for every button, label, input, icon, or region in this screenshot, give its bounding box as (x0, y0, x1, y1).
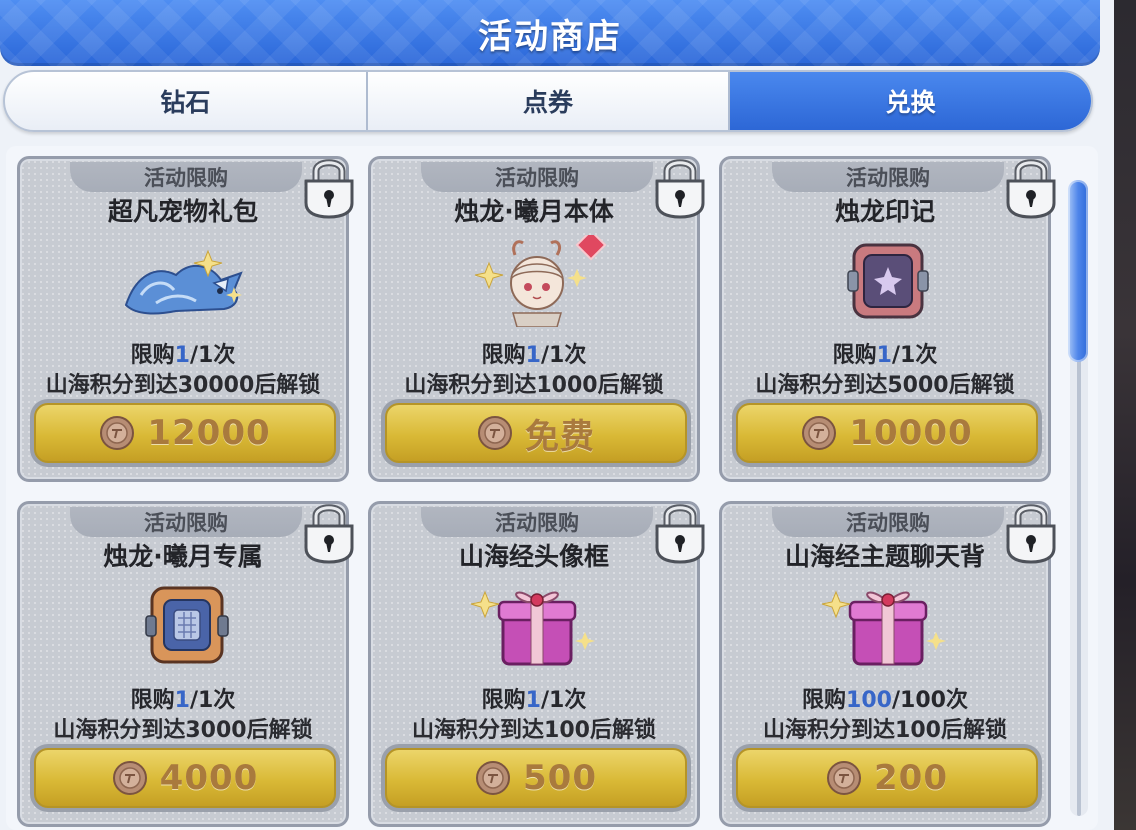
shop-item-card[interactable]: 活动限购 山海经主题聊天背 限购100/100次 山海积分到达100后解锁 20… (719, 501, 1056, 827)
lock-icon (302, 151, 356, 219)
purchase-limit: 限购1/1次 (371, 682, 697, 714)
purchase-limit: 限购1/1次 (722, 337, 1048, 369)
limit-used: 100 (846, 688, 892, 713)
item-name: 山海经头像框 (458, 542, 609, 571)
limited-tag: 活动限购 (772, 507, 1004, 537)
limit-total: /1次 (540, 343, 587, 368)
price-value: 12000 (147, 413, 271, 453)
shop-item-card[interactable]: 活动限购 超凡宠物礼包 限购1/1次 山海积分到达30000后解锁 12000 (17, 156, 354, 482)
tab-coupon[interactable]: 点券 (368, 72, 731, 130)
coin-icon (475, 760, 511, 796)
shop-item-card[interactable]: 活动限购 烛龙·曦月本体 限购1/1次 山海积分到达1000后解锁 免费 (368, 156, 705, 482)
lock-icon (653, 151, 707, 219)
price-value: 4000 (159, 758, 259, 798)
limited-tag: 活动限购 (70, 162, 302, 192)
item-name: 烛龙·曦月本体 (454, 197, 614, 226)
limit-label: 限购 (130, 688, 175, 713)
limit-label: 限购 (481, 688, 526, 713)
lock-icon (1004, 151, 1058, 219)
limit-label: 限购 (481, 343, 526, 368)
limit-label: 限购 (130, 343, 175, 368)
buy-button[interactable]: 10000 (732, 399, 1042, 467)
unlock-condition: 山海积分到达100后解锁 (412, 718, 656, 743)
gift-box-icon (818, 580, 958, 672)
title-bar: 活动商店 (0, 0, 1100, 66)
limited-tag: 活动限购 (70, 507, 302, 537)
lock-icon (653, 496, 707, 564)
shop-item-card[interactable]: 活动限购 山海经头像框 限购1/1次 山海积分到达100后解锁 500 (368, 501, 705, 827)
limited-tag: 活动限购 (421, 507, 653, 537)
item-name: 烛龙·曦月专属 (103, 542, 263, 571)
item-name: 烛龙印记 (834, 197, 935, 226)
unlock-condition: 山海积分到达100后解锁 (763, 718, 1007, 743)
limit-total: /1次 (189, 343, 236, 368)
background-edge (1114, 0, 1136, 830)
limit-label: 限购 (802, 688, 847, 713)
lock-icon (1004, 496, 1058, 564)
coin-icon (477, 415, 513, 451)
limited-tag: 活动限购 (421, 162, 653, 192)
purchase-limit: 限购1/1次 (371, 337, 697, 369)
buy-button[interactable]: 500 (381, 744, 691, 812)
lock-icon (302, 496, 356, 564)
item-name: 超凡宠物礼包 (107, 197, 258, 226)
price-value: 免费 (525, 416, 595, 457)
tab-exchange[interactable]: 兑换 (730, 72, 1091, 130)
limit-used: 1 (174, 688, 190, 713)
page-title: 活动商店 (478, 16, 622, 57)
tab-bar: 钻石 点券 兑换 (3, 70, 1093, 132)
limit-total: /1次 (189, 688, 236, 713)
spirit-beast-icon (116, 235, 256, 327)
purchase-limit: 限购100/100次 (722, 682, 1048, 714)
unlock-condition: 山海积分到达5000后解锁 (755, 373, 1015, 398)
rune-box-icon (116, 580, 256, 672)
gift-box-icon (467, 580, 607, 672)
shop-panel: 活动商店 钻石 点券 兑换 活动限购 超凡宠物礼包 限购1/1次 山海积分到达3… (0, 0, 1114, 830)
limit-used: 1 (525, 688, 541, 713)
scrollbar-thumb[interactable] (1068, 180, 1088, 362)
purchase-limit: 限购1/1次 (20, 337, 346, 369)
shop-item-card[interactable]: 活动限购 烛龙·曦月专属 限购1/1次 山海积分到达3000后解锁 4000 (17, 501, 354, 827)
character-portrait-icon (467, 235, 607, 327)
price-value: 500 (523, 758, 597, 798)
buy-button[interactable]: 4000 (30, 744, 340, 812)
buy-button[interactable]: 200 (732, 744, 1042, 812)
buy-button[interactable]: 12000 (30, 399, 340, 467)
limit-used: 1 (876, 343, 892, 368)
limit-label: 限购 (832, 343, 877, 368)
limit-total: /1次 (540, 688, 587, 713)
unlock-condition: 山海积分到达3000后解锁 (53, 718, 313, 743)
coin-icon (801, 415, 837, 451)
limit-used: 1 (174, 343, 190, 368)
coin-icon (112, 760, 148, 796)
price-value: 200 (874, 758, 948, 798)
coin-icon (826, 760, 862, 796)
scrollbar-rail (1077, 340, 1081, 816)
shop-item-card[interactable]: 活动限购 烛龙印记 限购1/1次 山海积分到达5000后解锁 10000 (719, 156, 1056, 482)
limit-used: 1 (525, 343, 541, 368)
unlock-condition: 山海积分到达1000后解锁 (404, 373, 664, 398)
item-name: 山海经主题聊天背 (784, 542, 985, 571)
limited-tag: 活动限购 (772, 162, 1004, 192)
limit-total: /1次 (891, 343, 938, 368)
purchase-limit: 限购1/1次 (20, 682, 346, 714)
buy-button[interactable]: 免费 (381, 399, 691, 467)
limit-total: /100次 (891, 688, 968, 713)
price-value: 10000 (849, 413, 973, 453)
seal-box-icon (818, 235, 958, 327)
item-grid: 活动限购 超凡宠物礼包 限购1/1次 山海积分到达30000后解锁 12000 … (6, 146, 1098, 830)
tab-diamond[interactable]: 钻石 (5, 72, 368, 130)
coin-icon (99, 415, 135, 451)
unlock-condition: 山海积分到达30000后解锁 (45, 373, 321, 398)
